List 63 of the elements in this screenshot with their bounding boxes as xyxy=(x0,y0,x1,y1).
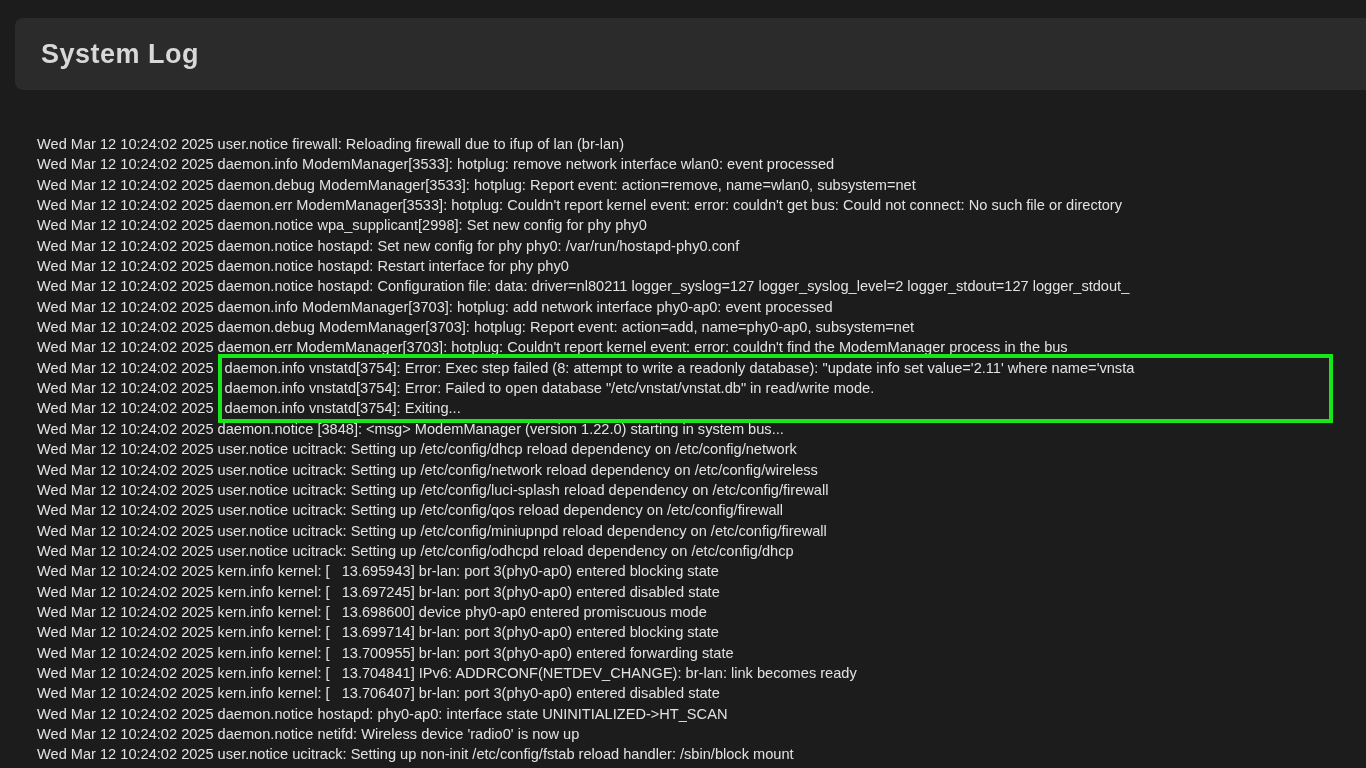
log-message: kern.info kernel: [ 13.706407] br-lan: port 3(phy0-ap0) entered disabled state xyxy=(217,684,720,704)
log-message: user.notice ucitrack: Setting up /etc/config/qos reload dependency on /etc/config/firewall xyxy=(217,501,784,521)
log-timestamp: Wed Mar 12 10:24:02 2025 xyxy=(37,379,214,399)
log-message: daemon.err ModemManager[3703]: hotplug: Couldn't report kernel event: error: couldn't find the ModemManager process in the bus xyxy=(217,338,1068,358)
log-timestamp: Wed Mar 12 10:24:02 2025 xyxy=(37,277,214,297)
log-timestamp: Wed Mar 12 10:24:02 2025 xyxy=(37,521,214,541)
log-message: user.notice ucitrack: Setting up /etc/config/network reload dependency on /etc/config/wireless xyxy=(217,460,818,480)
log-message: daemon.debug ModemManager[3533]: hotplug: Report event: action=remove, name=wlan0, subsystem=net xyxy=(217,175,916,195)
log-timestamp: Wed Mar 12 10:24:02 2025 xyxy=(37,541,214,561)
log-timestamp: Wed Mar 12 10:24:02 2025 xyxy=(37,501,214,521)
log-timestamp: Wed Mar 12 10:24:02 2025 xyxy=(37,704,214,724)
log-message: kern.info kernel: [ 13.700955] br-lan: port 3(phy0-ap0) entered forwarding state xyxy=(217,643,734,663)
log-message: daemon.notice wpa_supplicant[2998]: Set new config for phy phy0 xyxy=(217,216,647,236)
log-message: daemon.notice hostapd: Configuration file: data: driver=nl80211 logger_syslog=127 logger_syslog_level=2 logger_stdout=127 logger_stdout_ xyxy=(217,277,1130,297)
log-timestamp: Wed Mar 12 10:24:02 2025 xyxy=(37,175,214,195)
log-timestamp: Wed Mar 12 10:24:02 2025 xyxy=(37,643,214,663)
log-message: user.notice ucitrack: Setting up /etc/config/luci-splash reload dependency on /etc/config/firewall xyxy=(217,480,829,500)
log-message: daemon.info vnstatd[3754]: Error: Exec step failed (8: attempt to write a readonly database): "update info set value='2.11' where name='vnsta xyxy=(224,358,1136,378)
log-timestamp: Wed Mar 12 10:24:02 2025 xyxy=(37,318,214,338)
log-timestamp: Wed Mar 12 10:24:02 2025 xyxy=(37,236,214,256)
log-timestamp: Wed Mar 12 10:24:02 2025 xyxy=(37,135,214,154)
page-title: System Log xyxy=(41,38,200,70)
log-timestamp: Wed Mar 12 10:24:02 2025 xyxy=(37,440,214,460)
log-timestamp: Wed Mar 12 10:24:02 2025 xyxy=(37,623,214,643)
log-timestamp: Wed Mar 12 10:24:02 2025 xyxy=(37,338,214,358)
log-timestamp: Wed Mar 12 10:24:02 2025 xyxy=(37,460,214,480)
log-message: daemon.notice hostapd: Restart interface for phy phy0 xyxy=(217,257,569,277)
log-timestamp: Wed Mar 12 10:24:02 2025 xyxy=(37,602,214,622)
log-message: daemon.notice hostapd: Set new config for phy phy0: /var/run/hostapd-phy0.conf xyxy=(217,236,740,256)
log-timestamp: Wed Mar 12 10:24:02 2025 xyxy=(37,582,214,602)
log-message: daemon.debug ModemManager[3703]: hotplug: Report event: action=add, name=phy0-ap0, subsystem=net xyxy=(217,318,915,338)
log-message: daemon.notice netifd: Wireless device 'radio0' is now up xyxy=(217,724,580,744)
log-message: daemon.notice hostapd: phy0-ap0: interface state UNINITIALIZED->HT_SCAN xyxy=(217,704,728,724)
log-timestamp: Wed Mar 12 10:24:02 2025 xyxy=(37,257,214,277)
log-timestamp: Wed Mar 12 10:24:02 2025 xyxy=(37,358,214,378)
log-message: daemon.info vnstatd[3754]: Error: Failed to open database "/etc/vnstat/vnstat.db" in read/write mode. xyxy=(224,379,876,399)
log-message: daemon.err ModemManager[3533]: hotplug: Couldn't report kernel event: error: couldn't get bus: Could not connect: No such file or directory xyxy=(217,196,1122,216)
log-timestamp: Wed Mar 12 10:24:02 2025 xyxy=(37,562,214,582)
log-message: user.notice ucitrack: Setting up /etc/config/odhcpd reload dependency on /etc/config/dhcp xyxy=(217,541,794,561)
log-message: user.notice ucitrack: Setting up /etc/config/dhcp reload dependency on /etc/config/network xyxy=(217,440,797,460)
log-timestamp: Wed Mar 12 10:24:02 2025 xyxy=(37,745,214,765)
log-timestamp: Wed Mar 12 10:24:02 2025 xyxy=(37,724,214,744)
log-timestamp: Wed Mar 12 10:24:02 2025 xyxy=(37,480,214,500)
log-timestamp: Wed Mar 12 10:24:02 2025 xyxy=(37,399,214,419)
log-message: kern.info kernel: [ 13.697245] br-lan: port 3(phy0-ap0) entered disabled state xyxy=(217,582,720,602)
log-message: kern.info kernel: [ 13.698600] device phy0-ap0 entered promiscuous mode xyxy=(217,602,707,622)
log-message: kern.info kernel: [ 13.699714] br-lan: port 3(phy0-ap0) entered blocking state xyxy=(217,623,719,643)
log-message: kern.info kernel: [ 13.695943] br-lan: port 3(phy0-ap0) entered blocking state xyxy=(217,562,719,582)
log-timestamp: Wed Mar 12 10:24:02 2025 xyxy=(37,684,214,704)
log-timestamp: Wed Mar 12 10:24:02 2025 xyxy=(37,216,214,236)
log-timestamp: Wed Mar 12 10:24:02 2025 xyxy=(37,419,214,439)
log-timestamp: Wed Mar 12 10:24:02 2025 xyxy=(37,155,214,175)
log-timestamp: Wed Mar 12 10:24:02 2025 xyxy=(37,297,214,317)
log-timestamp: Wed Mar 12 10:24:02 2025 xyxy=(37,663,214,683)
log-message: user.notice ucitrack: Setting up non-init /etc/config/fstab reload handler: /sbin/block mount xyxy=(217,745,794,765)
log-message: daemon.info ModemManager[3533]: hotplug: remove network interface wlan0: event processed xyxy=(217,155,835,175)
log-message: kern.info kernel: [ 13.704841] IPv6: ADDRCONF(NETDEV_CHANGE): br-lan: link becomes ready xyxy=(217,663,857,683)
log-message: daemon.info vnstatd[3754]: Exiting... xyxy=(224,399,462,419)
log-message: daemon.notice [3848]: <msg> ModemManager (version 1.22.0) starting in system bus... xyxy=(217,419,784,439)
log-message: user.notice firewall: Reloading firewall due to ifup of lan (br-lan) xyxy=(217,135,624,154)
log-message: daemon.info ModemManager[3703]: hotplug: add network interface phy0-ap0: event processed xyxy=(217,297,833,317)
log-message: user.notice ucitrack: Setting up /etc/config/miniupnpd reload dependency on /etc/config/firewall xyxy=(217,521,827,541)
log-timestamp: Wed Mar 12 10:24:02 2025 xyxy=(37,196,214,216)
